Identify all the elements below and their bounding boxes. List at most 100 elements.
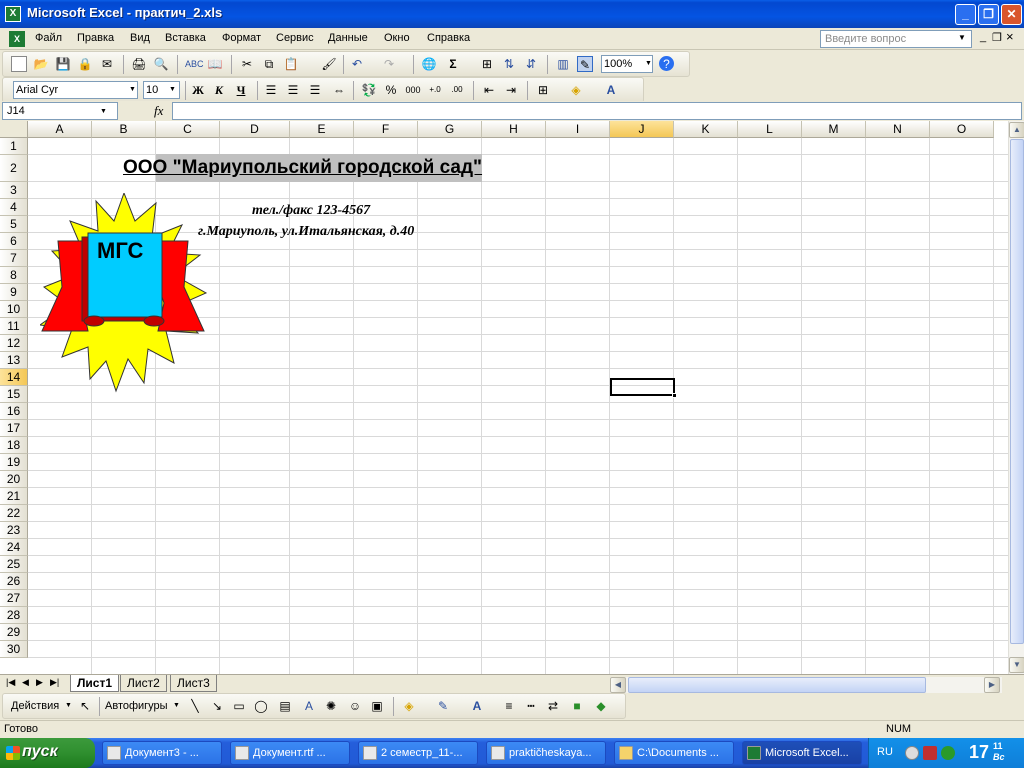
underline-button[interactable]: Ч — [233, 82, 249, 98]
column-header-c[interactable]: C — [156, 121, 220, 138]
column-header-f[interactable]: F — [354, 121, 418, 138]
tray-network-icon[interactable] — [941, 746, 955, 760]
row-header-14[interactable]: 14 — [0, 369, 28, 386]
scroll-up-icon[interactable]: ▲ — [1009, 122, 1024, 138]
horizontal-scrollbar[interactable]: ◀ ▶ — [610, 677, 1002, 693]
column-header-l[interactable]: L — [738, 121, 802, 138]
sheet-tab-3[interactable]: Лист3 — [170, 675, 217, 692]
autoshapes-menu[interactable]: Автофигуры — [105, 700, 168, 712]
row-header-20[interactable]: 20 — [0, 471, 28, 488]
diagram-icon[interactable]: ✺ — [323, 698, 339, 714]
drawing-icon[interactable]: ✎ — [577, 56, 593, 72]
open-icon[interactable]: 📂 — [33, 56, 49, 72]
decrease-indent-icon[interactable]: ⇤ — [481, 82, 497, 98]
menu-file[interactable]: Файл — [32, 31, 65, 45]
row-header-24[interactable]: 24 — [0, 539, 28, 556]
increase-indent-icon[interactable]: ⇥ — [503, 82, 519, 98]
row-header-23[interactable]: 23 — [0, 522, 28, 539]
print-icon[interactable]: 🖨 — [131, 56, 147, 72]
logo-shape[interactable] — [40, 193, 208, 401]
row-header-17[interactable]: 17 — [0, 420, 28, 437]
hyperlink-icon[interactable]: 🌐 — [421, 56, 437, 72]
row-header-7[interactable]: 7 — [0, 250, 28, 267]
increase-decimal-icon[interactable]: +.0 — [427, 82, 443, 98]
column-header-k[interactable]: K — [674, 121, 738, 138]
workbook-icon[interactable]: X — [9, 31, 25, 47]
column-header-m[interactable]: M — [802, 121, 866, 138]
task-button-3[interactable]: 2 семестр_11-... — [358, 741, 478, 765]
column-header-g[interactable]: G — [418, 121, 482, 138]
tray-app-icon[interactable] — [923, 746, 937, 760]
tray-expand-icon[interactable] — [905, 746, 919, 760]
row-header-19[interactable]: 19 — [0, 454, 28, 471]
chevron-down-icon[interactable]: ▼ — [958, 33, 966, 42]
paste-icon[interactable]: 📋 — [283, 56, 299, 72]
sheet-tab-2[interactable]: Лист2 — [120, 675, 167, 692]
italic-button[interactable]: К — [211, 82, 227, 98]
row-header-27[interactable]: 27 — [0, 590, 28, 607]
redo-icon[interactable]: ↷ — [381, 56, 397, 72]
print-preview-icon[interactable]: 🔍 — [153, 56, 169, 72]
select-all-corner[interactable] — [0, 121, 28, 138]
row-header-1[interactable]: 1 — [0, 138, 28, 155]
column-header-b[interactable]: B — [92, 121, 156, 138]
task-button-5[interactable]: C:\Documents ... — [614, 741, 734, 765]
oval-icon[interactable]: ◯ — [253, 698, 269, 714]
row-header-25[interactable]: 25 — [0, 556, 28, 573]
row-header-10[interactable]: 10 — [0, 301, 28, 318]
column-header-e[interactable]: E — [290, 121, 354, 138]
select-objects-icon[interactable]: ↖ — [77, 698, 93, 714]
help-search-input[interactable]: Введите вопрос — [820, 30, 972, 48]
row-header-12[interactable]: 12 — [0, 335, 28, 352]
chevron-down-icon[interactable]: ▼ — [100, 108, 107, 115]
autosum-icon[interactable]: Σ — [445, 56, 461, 72]
copy-icon[interactable]: ⧉ — [261, 56, 277, 72]
menu-tools[interactable]: Сервис — [273, 31, 317, 45]
scroll-left-icon[interactable]: ◀ — [610, 677, 626, 693]
format-painter-icon[interactable]: 🖌 — [321, 56, 337, 72]
column-header-o[interactable]: O — [930, 121, 994, 138]
chevron-down-icon[interactable]: ▼ — [173, 702, 180, 709]
sheet-tab-1[interactable]: Лист1 — [70, 675, 120, 692]
column-header-j[interactable]: J — [610, 121, 674, 138]
row-header-26[interactable]: 26 — [0, 573, 28, 590]
task-button-4[interactable]: praktičheskaya... — [486, 741, 606, 765]
line-icon[interactable]: ╲ — [187, 698, 203, 714]
shadow-icon[interactable]: ■ — [569, 698, 585, 714]
chevron-down-icon[interactable]: ▼ — [65, 702, 72, 709]
actions-menu[interactable]: Действия — [11, 700, 59, 712]
column-header-h[interactable]: H — [482, 121, 546, 138]
fill-handle[interactable] — [672, 393, 677, 398]
textbox-icon[interactable]: ▤ — [277, 698, 293, 714]
fill-color-icon[interactable]: ◈ — [401, 698, 417, 714]
research-icon[interactable]: 📖 — [207, 56, 223, 72]
vertical-scroll-thumb[interactable] — [1010, 139, 1024, 644]
row-header-4[interactable]: 4 — [0, 199, 28, 216]
language-indicator[interactable]: RU — [877, 746, 893, 758]
vertical-scrollbar[interactable]: ▲ ▼ — [1008, 121, 1024, 674]
align-left-icon[interactable]: ☰ — [263, 82, 279, 98]
row-header-16[interactable]: 16 — [0, 403, 28, 420]
new-icon[interactable] — [11, 56, 27, 72]
font-color-icon[interactable]: A — [469, 698, 485, 714]
clock-hour[interactable]: 17 — [969, 742, 989, 763]
thousands-button[interactable]: 000 — [405, 82, 421, 98]
sort-descending-icon[interactable]: ⇵ — [523, 56, 539, 72]
arrow-style-icon[interactable]: ⇄ — [545, 698, 561, 714]
minimize-button[interactable]: _ — [955, 4, 976, 25]
menu-edit[interactable]: Правка — [74, 31, 117, 45]
row-header-18[interactable]: 18 — [0, 437, 28, 454]
row-header-21[interactable]: 21 — [0, 488, 28, 505]
align-center-icon[interactable]: ☰ — [285, 82, 301, 98]
row-header-11[interactable]: 11 — [0, 318, 28, 335]
line-color-icon[interactable]: ✎ — [435, 698, 451, 714]
active-cell[interactable] — [610, 378, 675, 396]
row-header-5[interactable]: 5 — [0, 216, 28, 233]
dash-style-icon[interactable]: ┅ — [523, 698, 539, 714]
borders-icon[interactable]: ⊞ — [535, 82, 551, 98]
menu-help[interactable]: Справка — [424, 31, 473, 45]
row-header-3[interactable]: 3 — [0, 182, 28, 199]
first-sheet-icon[interactable]: |◀ — [6, 677, 15, 688]
merge-center-icon[interactable]: ⇔ — [331, 82, 347, 98]
arrow-icon[interactable]: ↘ — [209, 698, 225, 714]
